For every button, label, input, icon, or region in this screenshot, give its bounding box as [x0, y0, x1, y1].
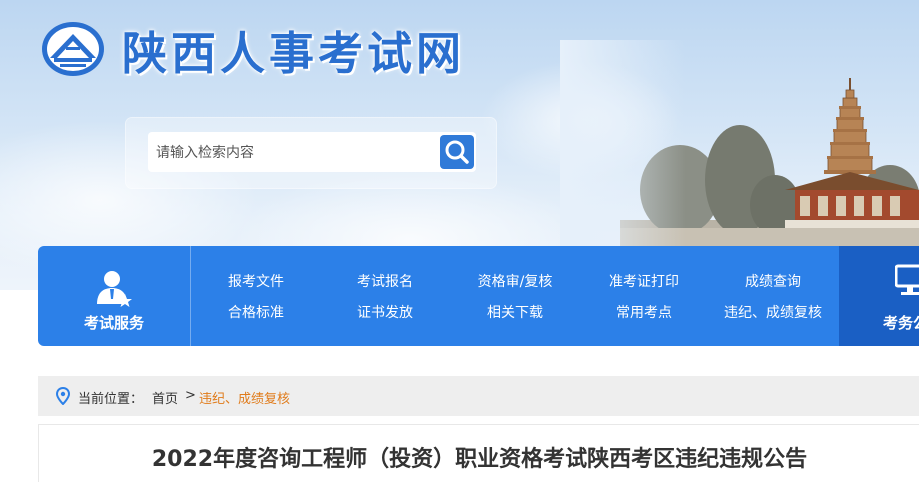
monitor-icon	[895, 264, 919, 295]
breadcrumb-home-link[interactable]: 首页	[152, 388, 178, 407]
search-input[interactable]	[154, 132, 428, 174]
location-pin-icon	[56, 387, 70, 405]
user-service-icon	[97, 271, 132, 307]
search-panel	[126, 118, 496, 188]
nav-link-common-exam-sites[interactable]: 常用考点	[579, 302, 709, 322]
exam-affairs-label: 考务公	[883, 314, 919, 332]
nav-link-score-query[interactable]: 成绩查询	[708, 271, 838, 291]
nav-link-registration-files[interactable]: 报考文件	[191, 271, 321, 291]
nav-link-passing-standard[interactable]: 合格标准	[191, 302, 321, 322]
breadcrumb: 当前位置： 首页 > 违纪、成绩复核	[38, 376, 919, 416]
main-nav: 考试服务 报考文件 考试报名 资格审/复核 准考证打印 成绩查询 合格标准 证书…	[38, 246, 919, 346]
exam-service-block[interactable]: 考试服务	[38, 246, 191, 346]
nav-link-certificate-issuance[interactable]: 证书发放	[320, 302, 450, 322]
search-button[interactable]	[440, 135, 474, 169]
nav-link-exam-registration[interactable]: 考试报名	[320, 271, 450, 291]
nav-link-admission-ticket[interactable]: 准考证打印	[579, 271, 709, 291]
search-box	[148, 132, 476, 174]
search-icon	[445, 140, 469, 164]
breadcrumb-current-link[interactable]: 违纪、成绩复核	[199, 388, 290, 407]
site-logo-icon[interactable]	[40, 20, 106, 78]
exam-affairs-block[interactable]: 考务公	[839, 246, 919, 346]
site-title[interactable]: 陕西人事考试网	[122, 17, 465, 82]
article-panel: 2022年度咨询工程师（投资）职业资格考试陕西考区违纪违规公告	[38, 424, 919, 482]
nav-link-qualification-review[interactable]: 资格审/复核	[450, 271, 580, 291]
nav-link-downloads[interactable]: 相关下载	[450, 302, 580, 322]
breadcrumb-separator: >	[185, 388, 196, 403]
article-title: 2022年度咨询工程师（投资）职业资格考试陕西考区违纪违规公告	[151, 447, 808, 472]
exam-service-label: 考试服务	[83, 314, 144, 332]
nav-link-violation-score-review[interactable]: 违纪、成绩复核	[708, 302, 838, 322]
breadcrumb-prefix: 当前位置：	[78, 392, 144, 407]
